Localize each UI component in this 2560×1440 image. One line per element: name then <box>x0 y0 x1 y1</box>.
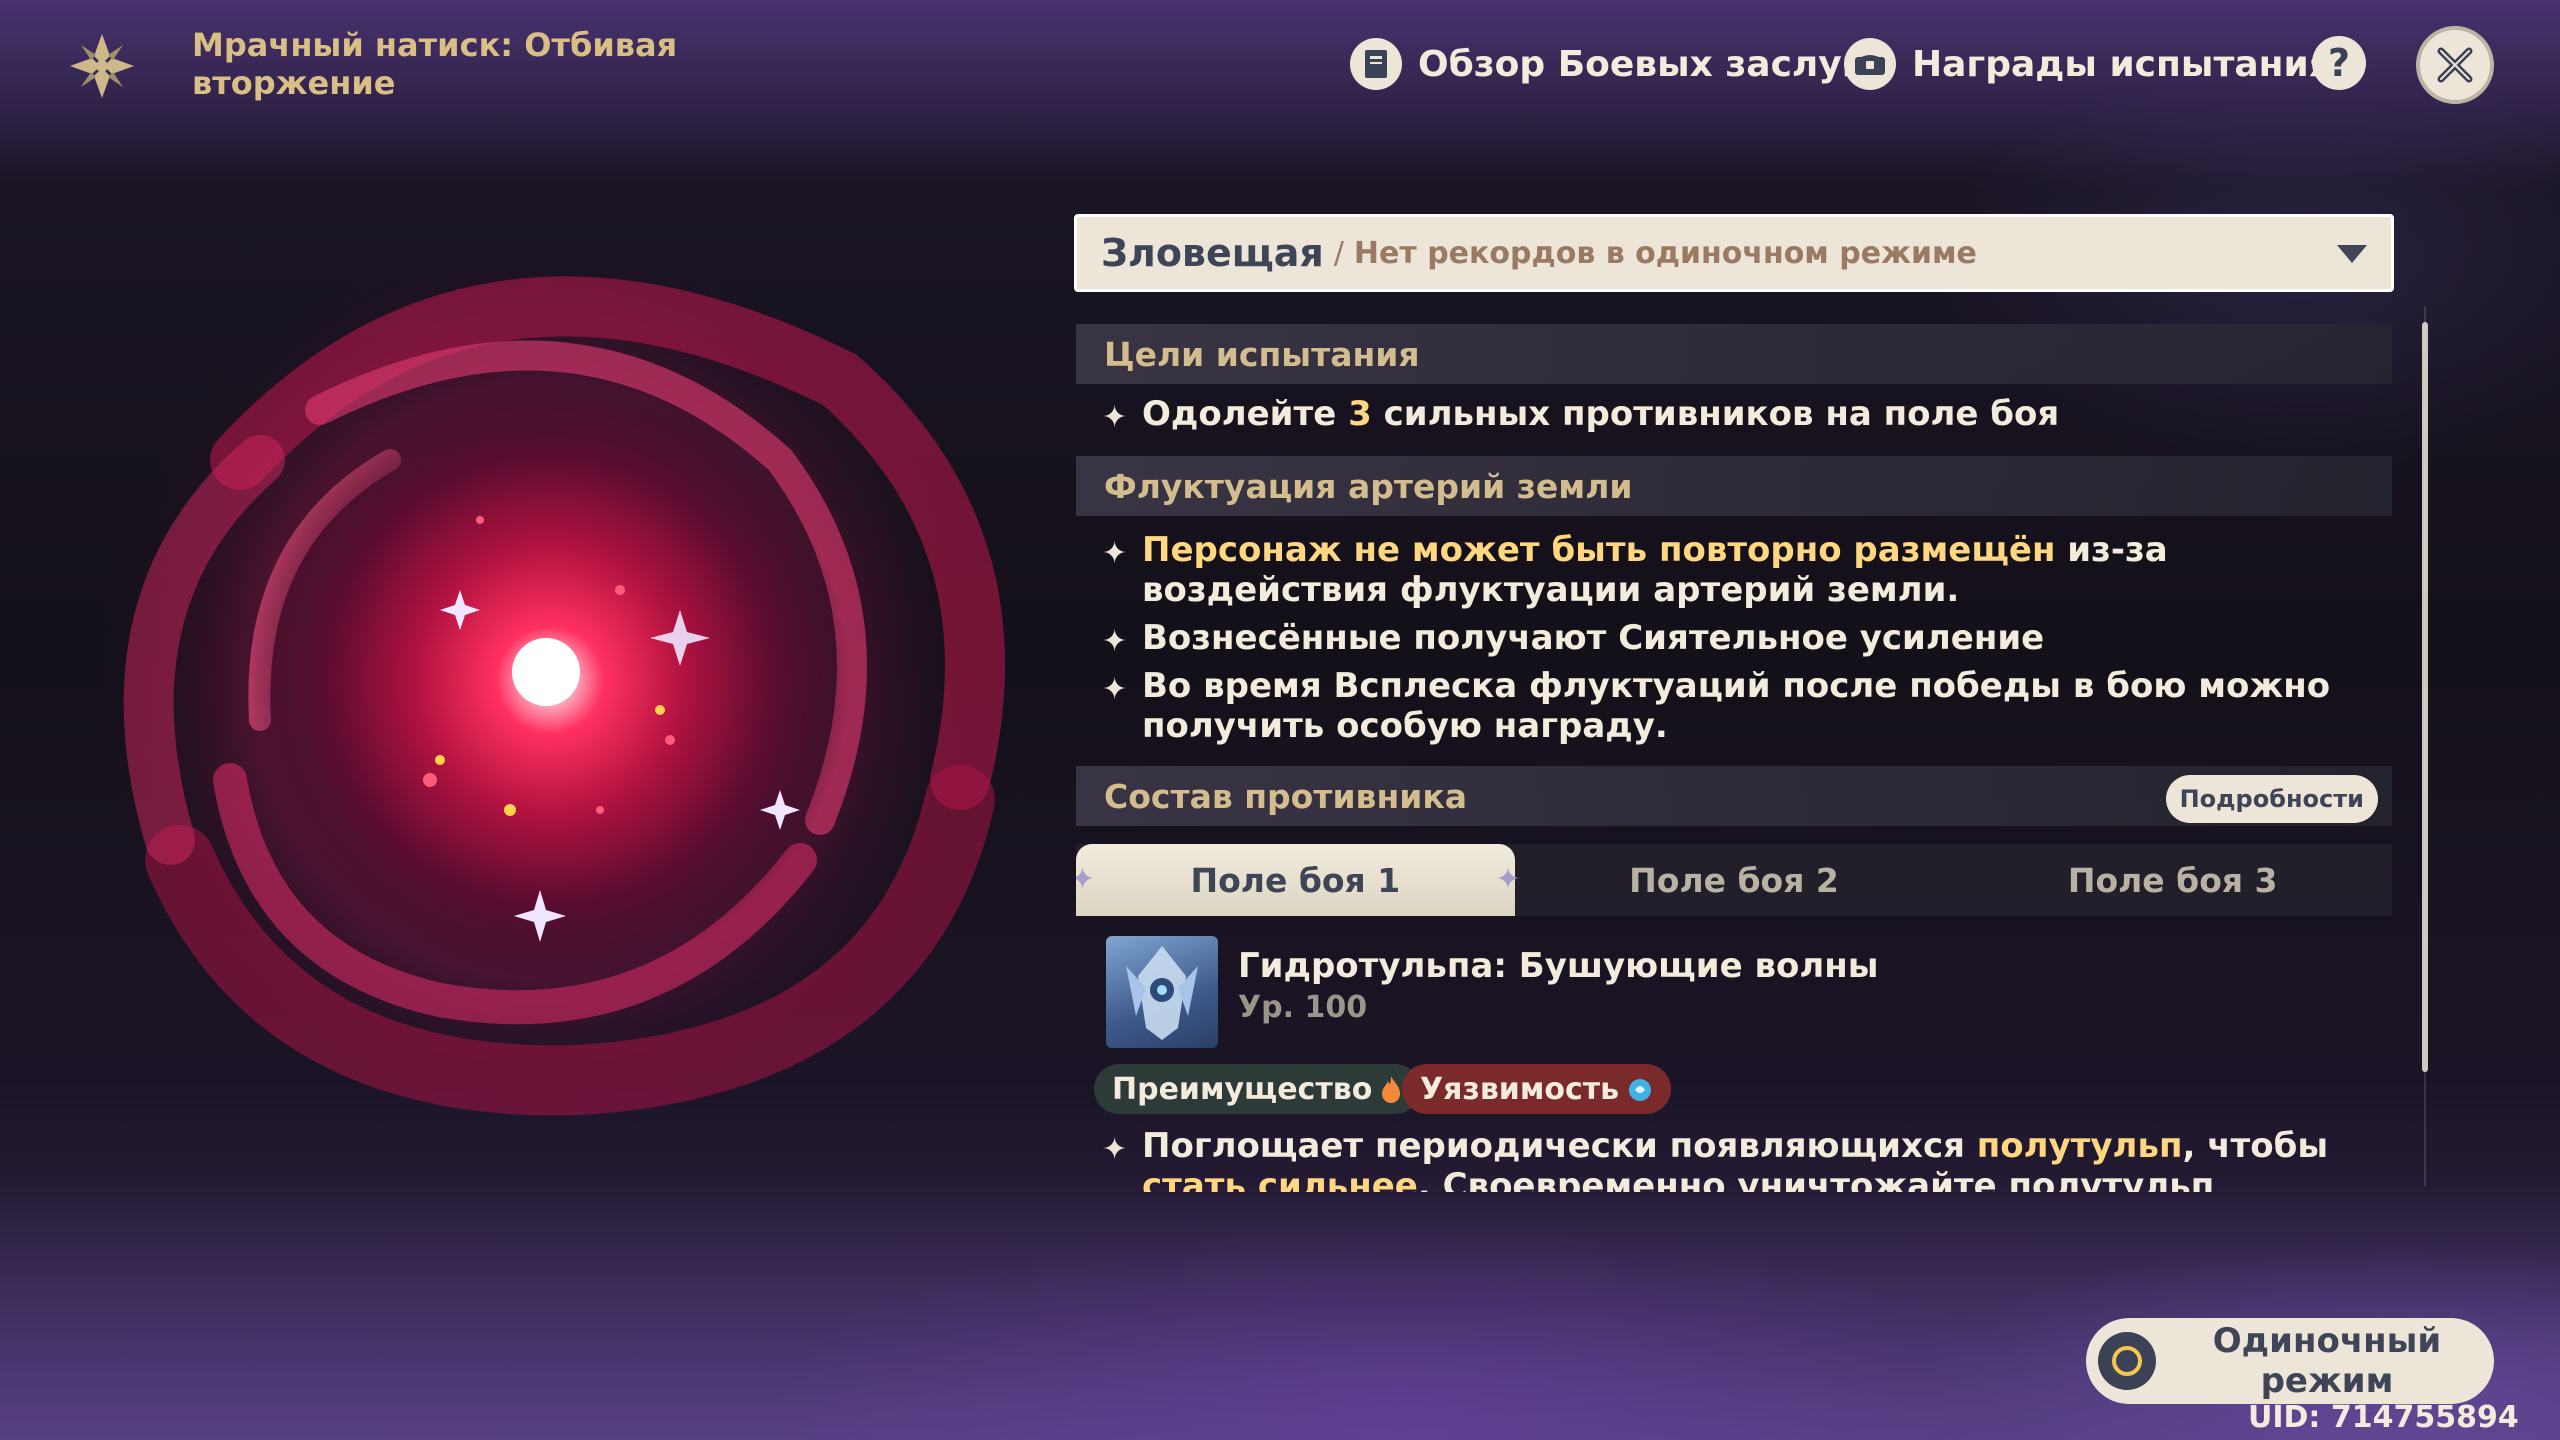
single-mode-label: Одиночный режим <box>2212 1321 2442 1401</box>
enemy-portrait[interactable] <box>1106 936 1218 1048</box>
close-button[interactable] <box>2416 26 2494 104</box>
fluctuation-title: Флуктуация артерий земли <box>1104 466 1633 506</box>
sparkle-bullet-icon: ✦ <box>1102 536 1128 571</box>
chest-icon <box>1844 38 1896 90</box>
difficulty-note: Нет рекордов в одиночном режиме <box>1353 235 1977 271</box>
fluctuation-item: ✦ Во время Всплеска флуктуаций после поб… <box>1102 666 2382 746</box>
enemy-desc-highlight-1: полутульп <box>1976 1126 2183 1166</box>
enemy-name: Гидротульпа: Бушующие волны <box>1238 946 1879 986</box>
scrollbar-thumb[interactable] <box>2422 322 2428 1072</box>
goals-title: Цели испытания <box>1104 334 1420 374</box>
enemy-description: ✦ Поглощает периодически появляющихся по… <box>1102 1126 2382 1192</box>
difficulty-dropdown[interactable]: Зловещая / Нет рекордов в одиночном режи… <box>1074 214 2394 292</box>
single-mode-button[interactable]: Одиночный режим <box>2086 1318 2494 1404</box>
difficulty-name: Зловещая <box>1101 231 1324 275</box>
help-button[interactable]: ? <box>2312 36 2366 90</box>
tab-battlefield-3[interactable]: Поле боя 3 <box>1953 844 2392 916</box>
battle-overview-button[interactable]: Обзор Боевых заслуг <box>1350 36 1861 92</box>
pyro-element-icon <box>1382 1076 1401 1103</box>
goals-section-header: Цели испытания <box>1076 324 2392 384</box>
weakness-badge[interactable]: Уязвимость <box>1402 1064 1672 1114</box>
goal-item: ✦ Одолейте 3 сильных противников на поле… <box>1102 394 2382 435</box>
details-button[interactable]: Подробности <box>2165 775 2378 823</box>
advantage-badge[interactable]: Преимущество <box>1094 1064 1421 1114</box>
challenge-info-scroll[interactable]: Цели испытания ✦ Одолейте 3 сильных прот… <box>1076 318 2392 1192</box>
hydro-tulpa-icon <box>1126 946 1198 1040</box>
sparkle-bullet-icon: ✦ <box>1102 1132 1128 1167</box>
fluctuation-1-highlight: Персонаж не может быть повторно размещён <box>1142 530 2056 570</box>
hydro-element-icon <box>1629 1079 1652 1101</box>
enemy-desc-pre: Поглощает периодически появляющихся <box>1142 1126 1977 1166</box>
goal-count: 3 <box>1348 394 1372 434</box>
tab-battlefield-2[interactable]: Поле боя 2 <box>1515 844 1954 916</box>
goal-text-post: сильных противников на поле боя <box>1371 394 2060 434</box>
abyss-emblem-icon <box>70 34 134 98</box>
fluctuation-item: ✦ Персонаж не может быть повторно размещ… <box>1102 530 2382 610</box>
book-icon <box>1350 38 1402 90</box>
battlefield-tabs: Поле боя 1 Поле боя 2 Поле боя 3 <box>1076 844 2392 916</box>
fluctuation-2-text: Вознесённые получают Сиятельное усиление <box>1142 618 2045 658</box>
tab-battlefield-1[interactable]: Поле боя 1 <box>1076 844 1520 916</box>
goal-text-pre: Одолейте <box>1142 394 1349 434</box>
enemy-level: Ур. 100 <box>1238 990 1368 1025</box>
challenge-rewards-label: Награды испытания <box>1912 43 2332 85</box>
mode-ring-icon <box>2098 1332 2156 1390</box>
page-title: Мрачный натиск: Отбивая вторжение <box>192 26 678 102</box>
fluctuation-3-text: Во время Всплеска флуктуаций после побед… <box>1142 666 2331 746</box>
fluctuation-section-header: Флуктуация артерий земли <box>1076 456 2392 516</box>
close-icon <box>2437 47 2473 83</box>
battle-overview-label: Обзор Боевых заслуг <box>1418 43 1861 85</box>
enemy-section-header: Состав противника Подробности <box>1076 766 2392 826</box>
sparkle-bullet-icon: ✦ <box>1102 400 1128 435</box>
enemy-section-title: Состав противника <box>1104 776 1468 816</box>
enemy-desc-highlight-2: стать сильнее <box>1142 1166 1418 1192</box>
abyss-vortex-illustration <box>100 240 1005 1120</box>
enemy-desc-mid: , чтобы <box>2182 1126 2329 1166</box>
difficulty-separator: / <box>1333 235 1344 271</box>
advantage-label: Преимущество <box>1112 1071 1373 1107</box>
uid-label: UID: 714755894 <box>2248 1400 2519 1435</box>
sparkle-bullet-icon: ✦ <box>1102 624 1128 659</box>
fluctuation-item: ✦ Вознесённые получают Сиятельное усилен… <box>1102 618 2382 659</box>
chevron-down-icon <box>2337 245 2367 263</box>
weakness-label: Уязвимость <box>1420 1071 1620 1107</box>
sparkle-bullet-icon: ✦ <box>1102 672 1128 707</box>
challenge-rewards-button[interactable]: Награды испытания <box>1844 36 2332 92</box>
